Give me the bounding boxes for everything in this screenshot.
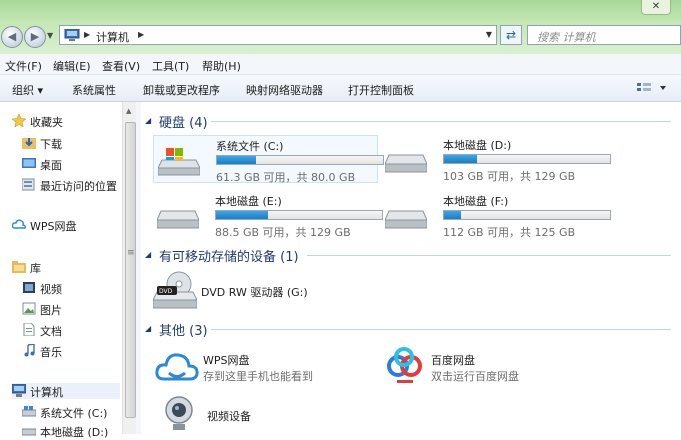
forward-button[interactable]: ▶ <box>24 26 46 48</box>
wps-cloud-icon <box>155 353 199 381</box>
collapse-triangle-icon[interactable]: ◢ <box>145 116 151 125</box>
usage-fill <box>217 156 256 164</box>
navigation-scrollbar[interactable]: ▲ ≡ <box>122 102 137 434</box>
drive-name: 系统文件 (C:) <box>216 140 284 153</box>
dvd-drive-icon: DVD <box>153 271 197 309</box>
map-network-drive-button[interactable]: 映射网络驱动器 <box>246 82 323 98</box>
computer-icon <box>12 384 26 397</box>
group-divider <box>211 329 671 330</box>
webcam-icon <box>165 396 193 430</box>
menu-bar: 文件(F) 编辑(E) 查看(V) 工具(T) 帮助(H) <box>0 54 681 75</box>
recent-places-icon <box>22 178 35 191</box>
close-button[interactable]: ✕ <box>641 0 671 15</box>
collapse-triangle-icon[interactable]: ◢ <box>145 324 151 333</box>
drive-item-f[interactable]: 本地磁盘 (F:) 112 GB 可用，共 125 GB <box>381 191 611 239</box>
breadcrumb-chevron-icon[interactable]: ▶ <box>138 30 144 39</box>
baidu-cloud-item[interactable]: 百度网盘 双击运行百度网盘 <box>383 346 603 390</box>
organize-label: 组织 <box>12 84 34 97</box>
system-drive-icon <box>22 406 36 417</box>
library-icon <box>12 261 26 273</box>
drive-usage-bar <box>443 154 611 164</box>
group-divider <box>307 255 671 256</box>
search-placeholder: 搜索 计算机 <box>537 31 596 44</box>
wps-cloud-item[interactable]: WPS网盘 存到这里手机也能看到 <box>155 346 375 390</box>
video-device-item[interactable]: 视频设备 <box>159 394 379 438</box>
menu-tools[interactable]: 工具(T) <box>152 58 189 74</box>
hard-drive-icon <box>22 428 36 436</box>
cloud-icon <box>12 219 26 229</box>
svg-text:DVD: DVD <box>159 288 173 295</box>
drive-name: 本地磁盘 (D:) <box>443 139 512 152</box>
usage-fill <box>216 211 269 219</box>
music-icon <box>24 344 35 357</box>
scroll-grip-icon: ≡ <box>127 248 135 258</box>
address-bar[interactable]: ▶ 计算机 ▶ ▼ <box>59 25 497 45</box>
address-dropdown-icon[interactable]: ▼ <box>486 30 492 39</box>
computer-icon <box>64 29 80 41</box>
group-title: 其他 (3) <box>159 324 208 339</box>
download-folder-icon <box>22 138 36 149</box>
drive-size: 103 GB 可用，共 129 GB <box>443 170 576 183</box>
drive-item-d[interactable]: 本地磁盘 (D:) 103 GB 可用，共 129 GB <box>381 135 611 183</box>
usage-fill <box>444 211 462 219</box>
menu-help[interactable]: 帮助(H) <box>202 58 241 74</box>
group-title: 有可移动存储的设备 (1) <box>159 250 299 265</box>
baidu-cloud-icon <box>387 347 422 383</box>
item-name: WPS网盘 <box>203 354 250 367</box>
breadcrumb-chevron-icon[interactable]: ▶ <box>84 30 90 39</box>
scrollbar-thumb[interactable] <box>125 122 136 418</box>
item-name: 百度网盘 <box>431 354 475 367</box>
hard-drive-icon <box>385 210 427 229</box>
search-input[interactable]: 搜索 计算机 <box>527 25 681 45</box>
title-bar: ✕ ◀ ▶ ▼ ▶ 计算机 ▶ ▼ ⇄ 搜索 计算机 <box>0 0 681 54</box>
usage-fill <box>444 155 478 163</box>
menu-view[interactable]: 查看(V) <box>102 58 140 74</box>
drive-item-e[interactable]: 本地磁盘 (E:) 88.5 GB 可用，共 129 GB <box>153 191 383 239</box>
system-properties-button[interactable]: 系统属性 <box>72 82 116 98</box>
organize-button[interactable]: 组织 ▾ <box>12 82 43 98</box>
drive-item-c[interactable]: 系统文件 (C:) 61.3 GB 可用，共 80.0 GB <box>153 135 384 184</box>
picture-icon <box>22 302 36 315</box>
command-bar: 组织 ▾ 系统属性 卸载或更改程序 映射网络驱动器 打开控制面板 <box>0 75 681 102</box>
history-dropdown[interactable]: ▼ <box>47 31 53 40</box>
drive-name: 本地磁盘 (E:) <box>215 195 282 208</box>
document-icon <box>23 323 35 336</box>
star-icon <box>12 114 26 127</box>
system-drive-icon <box>158 148 200 176</box>
content-pane: ◢ 硬盘 (4) 系统文件 (C:) 61.3 GB 可用，共 80.0 GB … <box>141 102 681 434</box>
drive-usage-bar <box>216 155 384 165</box>
nav-computer[interactable]: 计算机 <box>12 383 120 399</box>
open-control-panel-button[interactable]: 打开控制面板 <box>348 82 414 98</box>
uninstall-program-button[interactable]: 卸载或更改程序 <box>143 82 220 98</box>
item-name: 视频设备 <box>207 410 251 423</box>
view-options-icon[interactable] <box>635 81 669 95</box>
hard-drive-icon <box>157 210 199 229</box>
dvd-drive-item[interactable]: DVD DVD RW 驱动器 (G:) <box>153 270 373 314</box>
drive-name: 本地磁盘 (F:) <box>443 195 509 208</box>
drive-size: 112 GB 可用，共 125 GB <box>443 226 576 239</box>
back-button[interactable]: ◀ <box>1 26 23 48</box>
collapse-triangle-icon[interactable]: ◢ <box>145 250 151 259</box>
menu-edit[interactable]: 编辑(E) <box>53 58 91 74</box>
dvd-drive-name: DVD RW 驱动器 (G:) <box>201 286 308 299</box>
scroll-up-icon[interactable]: ▲ <box>126 107 131 115</box>
group-title: 硬盘 (4) <box>159 116 208 131</box>
desktop-icon <box>22 158 36 168</box>
navigation-pane: 收藏夹 下载 桌面 最近访问的位置 WPS网盘 库 视频 图片 文档 音乐 计算… <box>0 102 122 439</box>
item-description: 双击运行百度网盘 <box>431 370 519 383</box>
drive-usage-bar <box>215 210 383 220</box>
refresh-button[interactable]: ⇄ <box>500 25 522 45</box>
drive-size: 61.3 GB 可用，共 80.0 GB <box>216 171 356 184</box>
item-description: 存到这里手机也能看到 <box>203 370 313 383</box>
group-divider <box>211 121 671 122</box>
hard-drive-icon <box>385 154 427 173</box>
video-icon <box>23 282 35 293</box>
drive-usage-bar <box>443 210 611 220</box>
menu-file[interactable]: 文件(F) <box>5 58 42 74</box>
breadcrumb-computer[interactable]: 计算机 <box>96 29 129 45</box>
drive-size: 88.5 GB 可用，共 129 GB <box>215 226 351 239</box>
